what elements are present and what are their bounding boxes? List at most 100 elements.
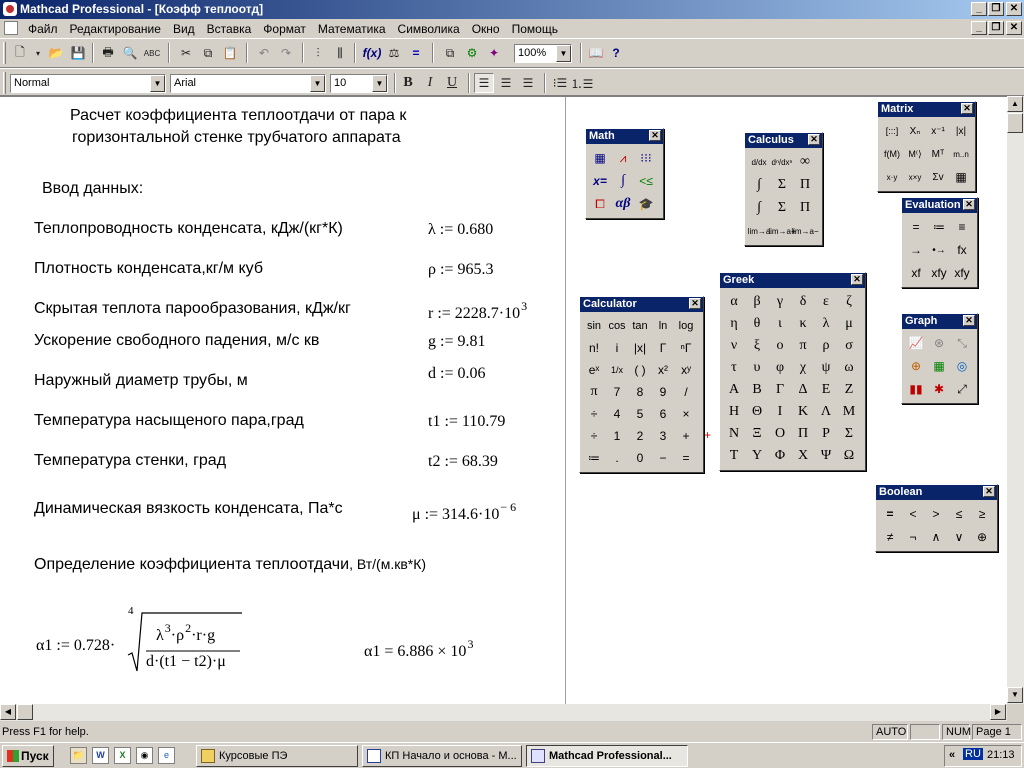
menu-edit[interactable]: Редактирование (64, 19, 167, 39)
book-icon[interactable]: 📖 (586, 43, 606, 63)
sin-button[interactable]: sin (583, 315, 605, 337)
square-root-button[interactable]: Γ (652, 337, 674, 359)
range-sum-button[interactable]: Σ (771, 197, 793, 219)
transpose-button[interactable]: Mᵀ (927, 143, 949, 165)
graph-toolbar-icon[interactable]: ⩘ (612, 147, 634, 169)
bool-equal-button[interactable]: = (879, 503, 901, 525)
limit-button[interactable]: lim→a (748, 220, 771, 242)
doc-minimize-button[interactable]: _ (971, 21, 987, 35)
cos-button[interactable]: cos (606, 315, 628, 337)
nth-derivative-button[interactable]: dⁿ/dxⁿ (771, 151, 793, 173)
alpha-result[interactable]: α1 = 6.886 × 103 (364, 637, 473, 661)
undo-icon[interactable]: ↶ (254, 43, 274, 63)
greek-letter-button[interactable]: μ (838, 313, 860, 335)
evaluation-palette[interactable]: Evaluation ✕ = ≔ ≡ → •→ fx xf xfy xfy (901, 197, 978, 288)
bold-button[interactable]: B (398, 73, 418, 93)
greek-letter-button[interactable]: ε (815, 291, 837, 313)
not-equal-button[interactable]: ≠ (879, 526, 901, 548)
chevron-down-icon[interactable]: ▼ (372, 75, 387, 92)
digit-2-button[interactable]: 2 (629, 425, 651, 447)
greek-letter-button[interactable]: Ι (769, 401, 791, 423)
mathcad-app-icon[interactable] (3, 2, 17, 16)
insert-component-icon[interactable]: ⧉ (440, 43, 460, 63)
palette-title-bar[interactable]: Boolean ✕ (876, 485, 997, 500)
less-equal-button[interactable]: ≤ (948, 503, 970, 525)
polar-plot-icon[interactable]: ⊛ (928, 332, 950, 354)
word-icon[interactable]: W (92, 747, 109, 764)
horizontal-scroll-thumb[interactable] (17, 704, 33, 720)
start-button[interactable]: Пуск (2, 745, 54, 767)
equals-button[interactable]: = (675, 447, 697, 469)
greek-letter-button[interactable]: η (723, 313, 745, 335)
greek-letter-button[interactable]: Ρ (815, 423, 837, 445)
tray-expand-icon[interactable]: « (949, 749, 955, 761)
param-definition[interactable]: ρ := 965.3 (428, 261, 493, 279)
calculus-palette[interactable]: Calculus ✕ d/dx dⁿ/dxⁿ ∞ ∫ Σ Π ∫ Σ Π lim→… (744, 132, 823, 246)
column-button[interactable]: M⁽⟩ (904, 143, 926, 165)
greek-letter-button[interactable]: Η (723, 401, 745, 423)
exponential-button[interactable]: eˣ (583, 359, 605, 381)
boolean-palette[interactable]: Boolean ✕ = < > ≤ ≥ ≠ ¬ ∧ ∨ ⊕ (875, 484, 998, 552)
greek-letter-button[interactable]: Γ (769, 379, 791, 401)
greek-letter-button[interactable]: τ (723, 357, 745, 379)
redo-icon[interactable]: ↷ (276, 43, 296, 63)
close-icon[interactable]: ✕ (851, 274, 863, 285)
spellcheck-icon[interactable]: ABC (142, 43, 162, 63)
minimize-button[interactable]: _ (971, 2, 987, 16)
treefix-operator-button[interactable]: xfy (951, 262, 973, 284)
imaginary-button[interactable]: i (606, 337, 628, 359)
define-button[interactable]: ≔ (928, 216, 950, 238)
digit-4-button[interactable]: 4 (606, 403, 628, 425)
and-button[interactable]: ∧ (925, 526, 947, 548)
task-mathcad[interactable]: Mathcad Professional... (526, 745, 688, 767)
align-across-icon[interactable]: ⫶ (308, 43, 328, 63)
reciprocal-button[interactable]: 1/x (606, 359, 628, 381)
left-limit-button[interactable]: lim→a− (791, 220, 818, 242)
task-folder[interactable]: Курсовые ПЭ (196, 745, 358, 767)
greek-letter-button[interactable]: ζ (838, 291, 860, 313)
vector-field-icon[interactable]: ✱ (928, 378, 950, 400)
division-button[interactable]: ÷ (583, 425, 605, 447)
ie-icon[interactable]: e (158, 747, 175, 764)
boolean-toolbar-icon[interactable]: <≤ (635, 170, 657, 192)
zoom-plot-icon[interactable]: ⤡ (951, 332, 973, 354)
scroll-right-button[interactable]: ▶ (990, 704, 1006, 720)
log-button[interactable]: log (675, 315, 697, 337)
param-definition[interactable]: μ := 314.6·10− 6 (412, 500, 516, 524)
keyword-evaluate-button[interactable]: •→ (928, 239, 950, 261)
matrix-insert-button[interactable]: [:::] (881, 120, 903, 142)
range-product-button[interactable]: Π (794, 197, 816, 219)
open-icon[interactable]: 📂 (46, 43, 66, 63)
font-select[interactable]: Arial ▼ (170, 74, 326, 93)
vectorize-button[interactable]: f(M) (881, 143, 903, 165)
insert-unit-icon[interactable]: ⚖ (384, 43, 404, 63)
programming-toolbar-icon[interactable]: ⧠ (589, 193, 611, 215)
digit-3-button[interactable]: 3 (652, 425, 674, 447)
greek-letter-button[interactable]: Θ (746, 401, 768, 423)
insert-function-icon[interactable]: f(x) (362, 43, 382, 63)
greek-letter-button[interactable]: ο (769, 335, 791, 357)
digit-9-button[interactable]: 9 (652, 381, 674, 403)
task-word[interactable]: КП Начало и основа - М... (362, 745, 522, 767)
right-limit-button[interactable]: lim→a+ (768, 220, 795, 242)
digit-1-button[interactable]: 1 (606, 425, 628, 447)
greek-letter-button[interactable]: Λ (815, 401, 837, 423)
numbering-icon[interactable]: ⒈☰ (571, 73, 594, 93)
param-definition[interactable]: g := 9.81 (428, 333, 485, 351)
multiply-button[interactable]: × (675, 403, 697, 425)
absolute-value-button[interactable]: |x| (629, 337, 651, 359)
math-palette[interactable]: Math ✕ ▦ ⩘ ⁝⁝⁝ x= ∫ <≤ ⧠ αβ 🎓 (585, 128, 664, 219)
nth-root-button[interactable]: ⁿΓ (675, 337, 697, 359)
greek-letter-button[interactable]: Υ (746, 445, 768, 467)
dot-product-button[interactable]: x·y (881, 166, 903, 188)
close-icon[interactable]: ✕ (983, 486, 995, 497)
xy-plot-icon[interactable]: 📈 (905, 332, 927, 354)
print-icon[interactable]: 🖶 (98, 43, 118, 63)
help-icon[interactable]: ? (606, 43, 626, 63)
greek-letter-button[interactable]: β (746, 291, 768, 313)
underline-button[interactable]: U (442, 73, 462, 93)
bullets-icon[interactable]: ⁝☰ (550, 73, 570, 93)
contour-plot-icon[interactable]: ▦ (928, 355, 950, 377)
ln-button[interactable]: ln (652, 315, 674, 337)
vertical-scrollbar[interactable]: ▲ ▼ (1007, 96, 1024, 704)
